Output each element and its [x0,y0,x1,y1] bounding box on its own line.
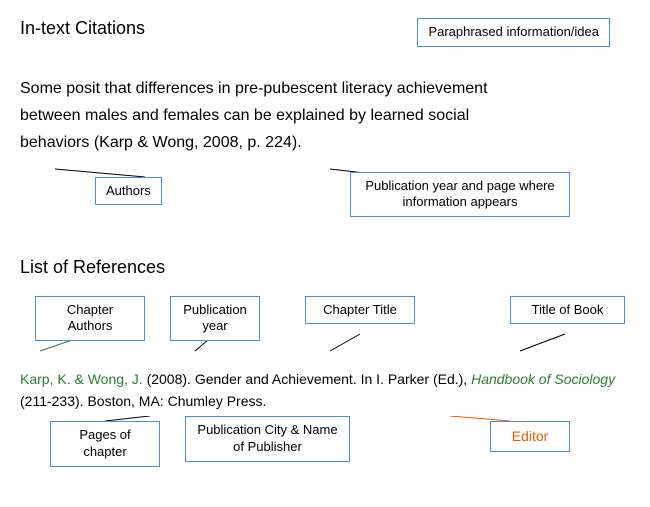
pub-year-callout: Publication year [170,296,260,342]
pub-year-label: Publication year [183,302,247,334]
ref-authors: Karp, K. & Wong, J. [20,371,143,387]
references-title: List of References [20,257,630,278]
editor-callout: Editor [490,421,570,452]
citation-line2: between males and females can be explain… [20,107,469,124]
chapter-title-callout: Chapter Title [305,296,415,325]
pub-city-callout: Publication City & Name of Publisher [185,416,350,462]
pubyear-callout: Publication year and page where informat… [350,172,570,218]
paraphrase-box: Paraphrased information/idea [417,18,610,47]
chapter-authors-callout: Chapter Authors [35,296,145,342]
reference-text: Karp, K. & Wong, J. (2008). Gender and A… [20,368,630,413]
title-book-callout: Title of Book [510,296,625,325]
chapter-title-label: Chapter Title [323,302,397,317]
ref-top-annotations: Chapter Authors Publication year Chapter… [20,286,630,366]
editor-label: Editor [512,428,549,444]
pub-city-label: Publication City & Name of Publisher [197,422,337,454]
chapter-authors-label: Chapter Authors [67,302,113,334]
authors-callout: Authors [95,177,162,206]
title-book-label: Title of Book [532,302,604,317]
ref-line2: (211-233). Boston, MA: Chumley Press. [20,393,266,409]
references-section: List of References Chapter Authors Publi… [20,257,630,487]
pages-chapter-label: Pages of chapter [79,427,130,459]
citation-line1: Some posit that differences in pre-pubes… [20,80,488,97]
ref-mid: (2008). Gender and Achievement. In I. Pa… [143,371,471,387]
pubyear-label: Publication year and page where informat… [365,178,554,210]
citation-text: Some posit that differences in pre-pubes… [20,75,630,157]
intext-section: In-text Citations Paraphrased informatio… [20,18,630,227]
ref-book-title: Handbook of Sociology [471,371,615,387]
pages-chapter-callout: Pages of chapter [50,421,160,467]
citation-line3: behaviors (Karp & Wong, 2008, p. 224). [20,134,302,151]
ref-bottom-annotations: Pages of chapter Publication City & Name… [20,416,630,486]
intext-annotations: Authors Publication year and page where … [20,167,630,227]
